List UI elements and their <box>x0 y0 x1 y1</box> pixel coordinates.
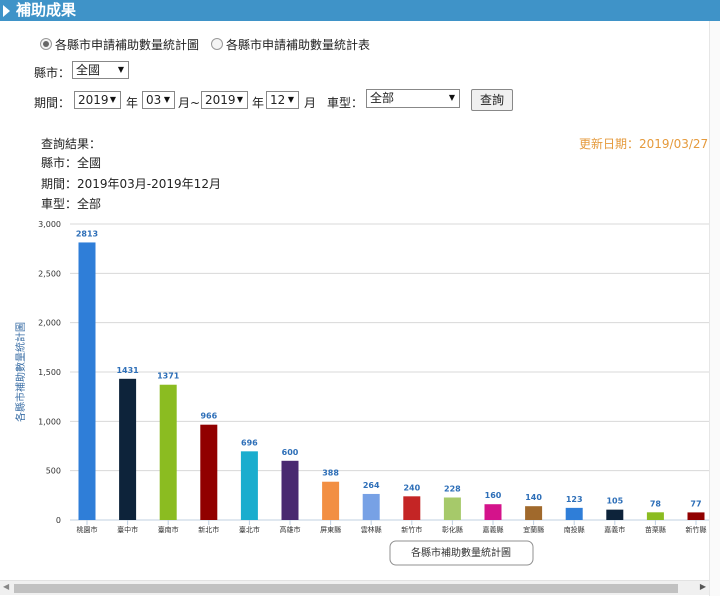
y-tick-label: 2,500 <box>38 269 61 278</box>
data-label: 240 <box>403 483 420 492</box>
result-city: 縣市：全國 <box>41 156 102 170</box>
data-label: 966 <box>200 412 217 421</box>
start-month-select[interactable]: 03 ▼ <box>142 91 175 109</box>
radio-table[interactable] <box>211 38 223 50</box>
results-heading: 查詢結果： <box>41 137 102 151</box>
dropdown-arrow-icon: ▼ <box>448 93 455 102</box>
bar <box>646 512 664 520</box>
bar-chart: 0 500 1,000 1,500 2,000 2,500 3,000 各縣市補助數量統計圖 2… <box>14 220 709 566</box>
dropdown-arrow-icon: ▼ <box>287 95 294 104</box>
data-label: 600 <box>282 448 299 457</box>
y-tick-label: 2,000 <box>38 319 61 328</box>
end-year-select[interactable]: 2019 ▼ <box>201 91 248 109</box>
x-tick-label: 彰化縣 <box>442 525 463 534</box>
dropdown-arrow-icon: ▼ <box>117 65 124 74</box>
city-select[interactable]: 全國 ▼ <box>72 61 129 79</box>
bar <box>159 384 177 520</box>
data-label: 264 <box>363 481 380 490</box>
year-unit: 年 <box>126 96 139 110</box>
x-tick-label: 宜蘭縣 <box>523 525 544 534</box>
data-label: 105 <box>606 497 623 506</box>
month-unit: 月 <box>304 96 317 110</box>
dropdown-arrow-icon: ▼ <box>163 95 170 104</box>
update-date: 更新日期：2019/03/27 <box>579 137 709 151</box>
year-unit: 年 <box>252 96 265 110</box>
dropdown-arrow-icon: ▼ <box>109 95 116 104</box>
x-tick-label: 桃園市 <box>77 525 98 534</box>
end-month-select[interactable]: 12 ▼ <box>266 91 299 109</box>
bar <box>281 460 299 520</box>
view-option-chart[interactable]: 各縣市申請補助數量統計圖 <box>40 36 199 53</box>
page-header: 補助成果 <box>0 0 720 21</box>
x-tick-label: 高雄市 <box>280 525 301 534</box>
x-tick-label: 屏東縣 <box>320 525 341 534</box>
dropdown-arrow-icon: ▼ <box>236 95 243 104</box>
query-button[interactable]: 查詢 <box>471 89 513 111</box>
scrollbar-thumb[interactable] <box>14 584 678 593</box>
x-tick-label: 臺北市 <box>239 525 260 534</box>
x-tick-label: 苗栗縣 <box>645 525 666 534</box>
bar <box>687 512 705 520</box>
data-label: 388 <box>322 469 339 478</box>
scroll-left-icon[interactable]: ◀ <box>3 582 9 591</box>
y-axis-title: 各縣市補助數量統計圖 <box>14 322 27 422</box>
data-label: 1371 <box>157 372 180 381</box>
horizontal-scrollbar[interactable]: ◀ ▶ <box>0 580 709 595</box>
x-tick-label: 雲林縣 <box>361 525 382 534</box>
data-label: 78 <box>650 499 662 508</box>
data-label: 228 <box>444 485 461 494</box>
bar <box>403 496 421 520</box>
x-tick-label: 新北市 <box>198 525 219 534</box>
radio-chart[interactable] <box>40 38 52 50</box>
city-label: 縣市： <box>34 66 71 80</box>
type-select[interactable]: 全部 ▼ <box>366 89 460 108</box>
bar <box>525 506 543 520</box>
y-tick-label: 1,000 <box>38 417 61 426</box>
y-tick-label: 3,000 <box>38 220 61 229</box>
x-tick-label: 新竹市 <box>401 525 422 534</box>
x-tick-label: 嘉義縣 <box>483 525 504 534</box>
x-tick-label: 新竹縣 <box>686 525 707 534</box>
bar <box>484 504 502 520</box>
data-label: 2813 <box>76 229 98 238</box>
x-tick-label: 臺南市 <box>158 525 179 534</box>
bar <box>362 493 380 520</box>
page-title: 補助成果 <box>16 1 77 19</box>
data-label: 696 <box>241 438 258 447</box>
bar <box>322 481 340 520</box>
bar <box>119 378 137 520</box>
bar <box>443 497 461 520</box>
month-range-unit: 月~ <box>178 96 201 110</box>
scroll-right-icon[interactable]: ▶ <box>700 582 706 591</box>
bar <box>200 424 218 520</box>
data-label: 140 <box>525 493 542 502</box>
x-tick-label: 南投縣 <box>564 525 585 534</box>
bar <box>565 507 583 520</box>
y-tick-label: 1,500 <box>38 368 61 377</box>
caret-right-icon <box>3 5 10 17</box>
result-period: 期間：2019年03月-2019年12月 <box>41 177 221 191</box>
x-tick-label: 臺中市 <box>117 525 138 534</box>
bar <box>78 242 96 520</box>
y-tick-label: 0 <box>56 516 61 525</box>
data-label: 123 <box>566 495 583 504</box>
period-label: 期間： <box>34 96 71 110</box>
bar <box>240 451 258 520</box>
y-tick-label: 500 <box>46 467 61 476</box>
bar <box>606 509 624 520</box>
data-label: 160 <box>485 491 502 500</box>
view-option-table[interactable]: 各縣市申請補助數量統計表 <box>211 36 370 53</box>
legend-label: 各縣市補助數量統計圖 <box>411 546 511 559</box>
vertical-scrollbar-track <box>709 21 720 596</box>
data-label: 1431 <box>116 366 139 375</box>
x-tick-label: 嘉義市 <box>604 525 625 534</box>
start-year-select[interactable]: 2019 ▼ <box>74 91 121 109</box>
type-label: 車型： <box>327 96 364 110</box>
data-label: 77 <box>690 499 701 508</box>
